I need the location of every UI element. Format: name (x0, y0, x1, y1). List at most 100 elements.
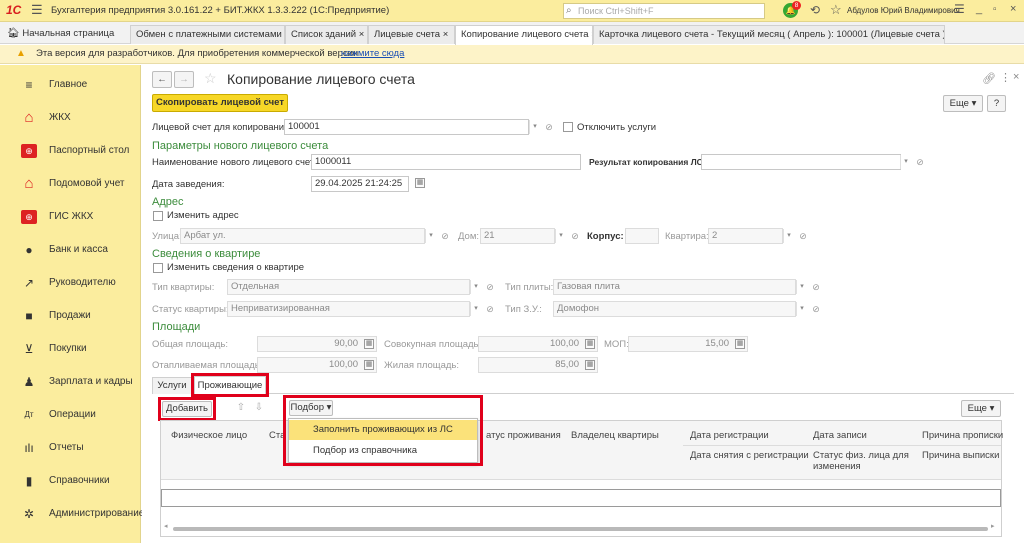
sidebar-item-label: Банк и касса (49, 244, 108, 255)
sidebar-item-bank[interactable]: ● Банк и касса (0, 235, 141, 265)
calendar-icon[interactable]: ▦ (415, 178, 425, 188)
chevron-down-icon[interactable]: ▾ (900, 155, 911, 169)
forward-button[interactable]: → (174, 71, 194, 88)
col-reg-reason[interactable]: Причина прописки (922, 430, 1003, 441)
sidebar-item-zhkh[interactable]: ⌂ ЖКХ (0, 103, 141, 133)
minimize-icon[interactable]: _ (976, 3, 982, 15)
main-menu-icon[interactable]: ☰ (31, 2, 43, 18)
close-tab-icon[interactable]: × (443, 29, 449, 40)
form-more-button[interactable]: Еще ▾ (943, 95, 983, 112)
sidebar-item-main[interactable]: ≡ Главное (0, 70, 141, 100)
agg-area-value: 100,00 (549, 338, 579, 349)
new-name-field[interactable]: 1000011 (311, 154, 581, 170)
open-link-icon[interactable]: ⊘ (915, 157, 925, 167)
chevron-down-icon[interactable]: ▾ (529, 120, 540, 134)
corpus-field[interactable] (625, 228, 659, 244)
tab-account-copy[interactable]: Копирование лицевого счета × (455, 25, 593, 45)
calculator-icon: ▦ (585, 339, 595, 349)
col-record-date[interactable]: Дата записи (813, 430, 867, 441)
maximize-icon[interactable]: ▫ (993, 4, 997, 15)
col-residence-status[interactable]: атус проживания (486, 430, 561, 441)
agg-area-field[interactable]: 100,00 (478, 336, 598, 352)
sidebar-item-manager[interactable]: ↗ Руководителю (0, 268, 141, 298)
user-name[interactable]: Абдулов Юрий Владимирович (847, 6, 960, 15)
date-field[interactable]: 29.04.2025 21:24:25 (311, 176, 409, 192)
col-person[interactable]: Физическое лицо (171, 430, 247, 441)
params-section-header: Параметры нового лицевого счета (152, 140, 329, 152)
sidebar-item-catalogs[interactable]: ▮ Справочники (0, 466, 141, 496)
tab-payment-exchange[interactable]: Обмен с платежными системами × (130, 25, 285, 44)
close-window-icon[interactable]: × (1010, 3, 1016, 15)
calculator-icon: ▦ (364, 339, 374, 349)
col-reg-date[interactable]: Дата регистрации (690, 430, 769, 441)
house-field[interactable]: 21 (480, 228, 555, 244)
lock-type-field[interactable]: Домофон (553, 301, 796, 317)
total-area-value: 90,00 (334, 338, 358, 349)
apt-status-field[interactable]: Неприватизированная (227, 301, 470, 317)
tab-services[interactable]: Услуги (152, 377, 192, 394)
apt-type-field[interactable]: Отдельная (227, 279, 470, 295)
mop-field[interactable]: 15,00 (628, 336, 748, 352)
sidebar-item-label: ГИС ЖКХ (49, 211, 94, 222)
history-icon[interactable]: ⟲ (810, 3, 820, 17)
sidebar-item-operations[interactable]: Дт Операции (0, 400, 141, 430)
bank-icon: ● (25, 243, 33, 257)
scroll-right-icon[interactable]: ▸ (991, 522, 995, 530)
sidebar-item-purchases[interactable]: ⊻ Покупки (0, 334, 141, 364)
disable-services-checkbox[interactable] (563, 122, 573, 132)
sidebar-item-sales[interactable]: ■ Продажи (0, 301, 141, 331)
col-dereg-date[interactable]: Дата снятия с регистрации (690, 450, 809, 461)
search-input[interactable]: ⌕ Поиск Ctrl+Shift+F (563, 3, 765, 19)
living-area-label: Жилая площадь: (384, 360, 459, 371)
tab-label: Список зданий (291, 29, 357, 40)
heated-area-value: 100,00 (328, 359, 358, 370)
warning-link[interactable]: нажмите сюда (341, 45, 404, 63)
horizontal-scrollbar[interactable] (173, 527, 988, 531)
change-apt-info-checkbox[interactable] (153, 263, 163, 273)
sidebar-item-admin[interactable]: ✲ Администрирование (0, 499, 144, 529)
living-area-field[interactable]: 85,00 (478, 357, 598, 373)
table-more-button[interactable]: Еще ▾ (961, 400, 1001, 417)
source-account-field[interactable]: 100001 (284, 119, 529, 135)
stove-field[interactable]: Газовая плита (553, 279, 796, 295)
link-icon[interactable]: 🔗︎ (982, 72, 996, 85)
open-link-icon[interactable]: ⊘ (544, 122, 554, 132)
settings-menu-icon[interactable]: ☰ (954, 2, 965, 16)
source-account-value: 100001 (288, 121, 320, 132)
move-up-icon[interactable]: ⇧ (234, 402, 248, 416)
table-row[interactable] (161, 489, 1001, 507)
apt-field[interactable]: 2 (708, 228, 783, 244)
sidebar-item-gis[interactable]: ⊕ ГИС ЖКХ (0, 202, 141, 232)
sidebar-item-house-accounting[interactable]: ⌂ Подомовой учет (0, 169, 141, 199)
result-field[interactable] (701, 154, 901, 170)
favorite-star-icon[interactable]: ☆ (204, 70, 217, 87)
tab-home[interactable]: 🏠︎ Начальная страница (2, 25, 127, 44)
source-account-label: Лицевой счет для копирования: (152, 122, 292, 133)
favorites-icon[interactable]: ☆ (830, 2, 842, 18)
copy-account-button[interactable]: Скопировать лицевой счет (152, 94, 288, 112)
heated-area-field[interactable]: 100,00 (257, 357, 377, 373)
scroll-left-icon[interactable]: ◂ (164, 522, 168, 530)
sidebar-item-salary[interactable]: ♟ Зарплата и кадры (0, 367, 141, 397)
close-tab-icon[interactable]: × (359, 29, 365, 40)
sidebar-item-passport[interactable]: ⊕ Паспортный стол (0, 136, 141, 166)
help-button[interactable]: ? (987, 95, 1006, 112)
change-address-checkbox[interactable] (153, 211, 163, 221)
tab-accounts[interactable]: Лицевые счета × (368, 25, 455, 44)
street-field[interactable]: Арбат ул. (180, 228, 425, 244)
total-area-field[interactable]: 90,00 (257, 336, 377, 352)
lock-type-value: Домофон (557, 303, 599, 314)
calculator-icon: ▦ (735, 339, 745, 349)
close-form-icon[interactable]: × (1013, 71, 1019, 83)
tab-buildings[interactable]: Список зданий × (285, 25, 368, 44)
col-owner[interactable]: Владелец квартиры (571, 430, 659, 441)
calculator-icon: ▦ (364, 360, 374, 370)
back-button[interactable]: ← (152, 71, 172, 88)
tab-account-card[interactable]: Карточка лицевого счета - Текущий месяц … (593, 25, 945, 44)
move-down-icon[interactable]: ⇩ (252, 402, 266, 416)
sidebar-item-reports[interactable]: ılı Отчеты (0, 433, 141, 463)
col-checkout-reason[interactable]: Причина выписки (922, 450, 999, 461)
more-actions-icon[interactable]: ⋮ (1000, 71, 1011, 84)
warning-text: Эта версия для разработчиков. Для приобр… (36, 48, 359, 59)
col-person-status[interactable]: Статус физ. лица для изменения (813, 450, 913, 472)
